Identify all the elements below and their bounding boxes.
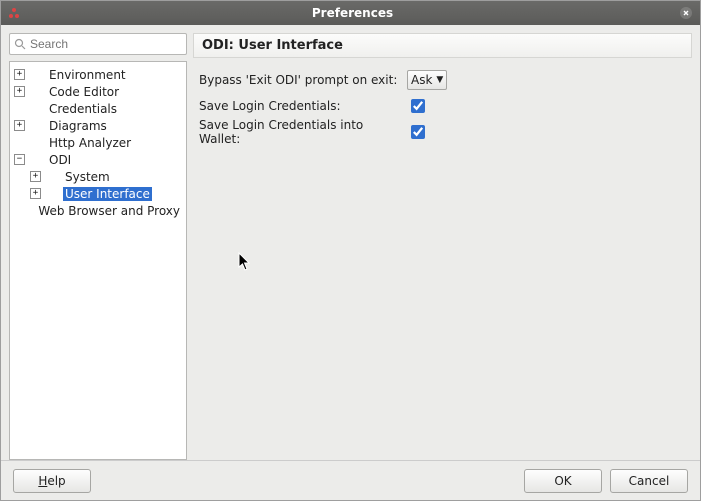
chevron-down-icon: ▼: [436, 75, 443, 85]
expand-icon[interactable]: +: [14, 86, 25, 97]
sidebar: +Environment +Code Editor Credentials +D…: [9, 33, 187, 460]
folder-icon: [45, 188, 59, 200]
tree-item-code-editor[interactable]: +Code Editor: [12, 83, 184, 100]
expand-icon[interactable]: +: [30, 188, 41, 199]
folder-icon: [29, 86, 43, 98]
folder-icon: [29, 103, 43, 115]
tree[interactable]: +Environment +Code Editor Credentials +D…: [9, 61, 187, 460]
expand-icon[interactable]: +: [14, 120, 25, 131]
close-icon[interactable]: [678, 5, 694, 21]
save-creds-checkbox[interactable]: [411, 99, 425, 113]
button-bar: Help OK Cancel: [1, 460, 700, 500]
folder-icon: [29, 69, 43, 81]
bypass-value: Ask: [411, 73, 432, 87]
bypass-label: Bypass 'Exit ODI' prompt on exit:: [199, 73, 407, 87]
folder-icon: [29, 120, 43, 132]
save-creds-label: Save Login Credentials:: [199, 99, 407, 113]
save-wallet-label: Save Login Credentials into Wallet:: [199, 118, 407, 146]
ok-button[interactable]: OK: [524, 469, 602, 493]
expand-icon[interactable]: +: [14, 69, 25, 80]
tree-item-odi[interactable]: −ODI: [12, 151, 184, 168]
tree-item-credentials[interactable]: Credentials: [12, 100, 184, 117]
tree-item-diagrams[interactable]: +Diagrams: [12, 117, 184, 134]
tree-item-user-interface[interactable]: +User Interface: [28, 185, 184, 202]
tree-item-http-analyzer[interactable]: Http Analyzer: [12, 134, 184, 151]
titlebar: Preferences: [1, 1, 700, 25]
save-wallet-checkbox[interactable]: [411, 125, 425, 139]
search-input[interactable]: [26, 36, 187, 52]
search-field[interactable]: [9, 33, 187, 55]
search-icon: [14, 37, 26, 51]
bypass-select[interactable]: Ask ▼: [407, 70, 447, 90]
help-button[interactable]: Help: [13, 469, 91, 493]
tree-item-system[interactable]: +System: [28, 168, 184, 185]
folder-icon: [29, 154, 43, 166]
app-icon: [7, 6, 21, 20]
panel-header: ODI: User Interface: [193, 33, 692, 58]
panel-title: ODI: User Interface: [202, 38, 343, 53]
window-title: Preferences: [27, 6, 678, 20]
tree-item-web-browser-proxy[interactable]: Web Browser and Proxy: [12, 202, 184, 219]
tree-item-environment[interactable]: +Environment: [12, 66, 184, 83]
collapse-icon[interactable]: −: [14, 154, 25, 165]
folder-icon: [29, 137, 43, 149]
expand-icon[interactable]: +: [30, 171, 41, 182]
folder-icon: [24, 205, 32, 217]
main-panel: ODI: User Interface Bypass 'Exit ODI' pr…: [193, 33, 692, 460]
cancel-button[interactable]: Cancel: [610, 469, 688, 493]
folder-icon: [45, 171, 59, 183]
